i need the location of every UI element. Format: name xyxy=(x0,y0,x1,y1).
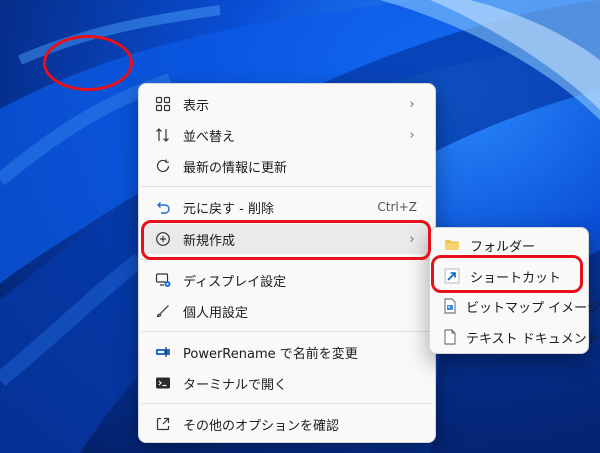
submenu-item-label: フォルダー xyxy=(470,239,536,255)
submenu-item-text-document[interactable]: テキスト ドキュメント xyxy=(434,322,600,352)
menu-separator xyxy=(141,331,433,332)
undo-icon xyxy=(153,197,173,217)
menu-item-display-settings[interactable]: ディスプレイ設定 xyxy=(143,265,431,295)
submenu-item-folder[interactable]: フォルダー xyxy=(434,230,584,260)
display-settings-icon xyxy=(153,270,173,290)
chevron-right-icon: › xyxy=(409,127,415,143)
menu-item-powerrename[interactable]: PowerRename で名前を変更 xyxy=(143,337,431,367)
menu-item-label: ディスプレイ設定 xyxy=(183,274,287,290)
desktop-background[interactable]: 表示 › 並べ替え › 最新の情報に更新 元に戻す - 削除 Ctrl+Z 新規… xyxy=(0,0,600,453)
menu-item-view[interactable]: 表示 › xyxy=(143,89,431,119)
sort-icon xyxy=(153,125,173,145)
menu-item-open-terminal[interactable]: ターミナルで開く xyxy=(143,368,431,398)
menu-item-undo-delete[interactable]: 元に戻す - 削除 Ctrl+Z xyxy=(143,192,431,222)
submenu-item-label: ショートカット xyxy=(470,270,562,286)
refresh-icon xyxy=(153,156,173,176)
folder-icon xyxy=(442,235,462,255)
menu-item-label: その他のオプションを確認 xyxy=(183,418,340,434)
bitmap-image-icon xyxy=(442,296,458,316)
menu-item-label: 個人用設定 xyxy=(183,305,249,321)
menu-item-new[interactable]: 新規作成 › xyxy=(143,224,431,254)
submenu-item-bitmap[interactable]: ビットマップ イメージ xyxy=(434,291,600,321)
menu-item-refresh[interactable]: 最新の情報に更新 xyxy=(143,151,431,181)
submenu-item-label: ビットマップ イメージ xyxy=(466,300,600,316)
menu-separator xyxy=(141,186,433,187)
chevron-right-icon: › xyxy=(409,231,415,247)
personalize-brush-icon xyxy=(153,301,173,321)
desktop-context-menu: 表示 › 並べ替え › 最新の情報に更新 元に戻す - 削除 Ctrl+Z 新規… xyxy=(138,83,436,443)
menu-item-label: ターミナルで開く xyxy=(183,377,288,393)
shortcut-arrow-icon xyxy=(442,266,462,286)
text-document-icon xyxy=(442,327,458,347)
grid-view-icon xyxy=(153,94,173,114)
annotation-circle-desktop xyxy=(43,35,133,91)
menu-separator xyxy=(141,403,433,404)
more-options-icon xyxy=(153,414,173,434)
submenu-item-label: テキスト ドキュメント xyxy=(466,331,600,347)
menu-item-sort[interactable]: 並べ替え › xyxy=(143,120,431,150)
menu-item-label: 元に戻す - 削除 xyxy=(183,201,274,217)
menu-item-label: 最新の情報に更新 xyxy=(183,160,288,176)
menu-item-personalize[interactable]: 個人用設定 xyxy=(143,296,431,326)
menu-item-label: PowerRename で名前を変更 xyxy=(183,346,358,362)
new-submenu: フォルダー ショートカット ビットマップ イメージ テキスト ドキュメント xyxy=(429,227,600,354)
chevron-right-icon: › xyxy=(409,96,415,112)
shortcut-hint: Ctrl+Z xyxy=(377,200,417,214)
new-plus-icon xyxy=(153,229,173,249)
menu-separator xyxy=(141,259,433,260)
powerrename-icon xyxy=(153,342,173,362)
submenu-item-shortcut[interactable]: ショートカット xyxy=(434,261,584,291)
menu-item-label: 並べ替え xyxy=(183,129,236,145)
menu-item-label: 新規作成 xyxy=(183,233,236,249)
menu-item-label: 表示 xyxy=(183,98,210,114)
menu-item-more-options[interactable]: その他のオプションを確認 xyxy=(143,409,431,439)
terminal-icon xyxy=(153,373,173,393)
